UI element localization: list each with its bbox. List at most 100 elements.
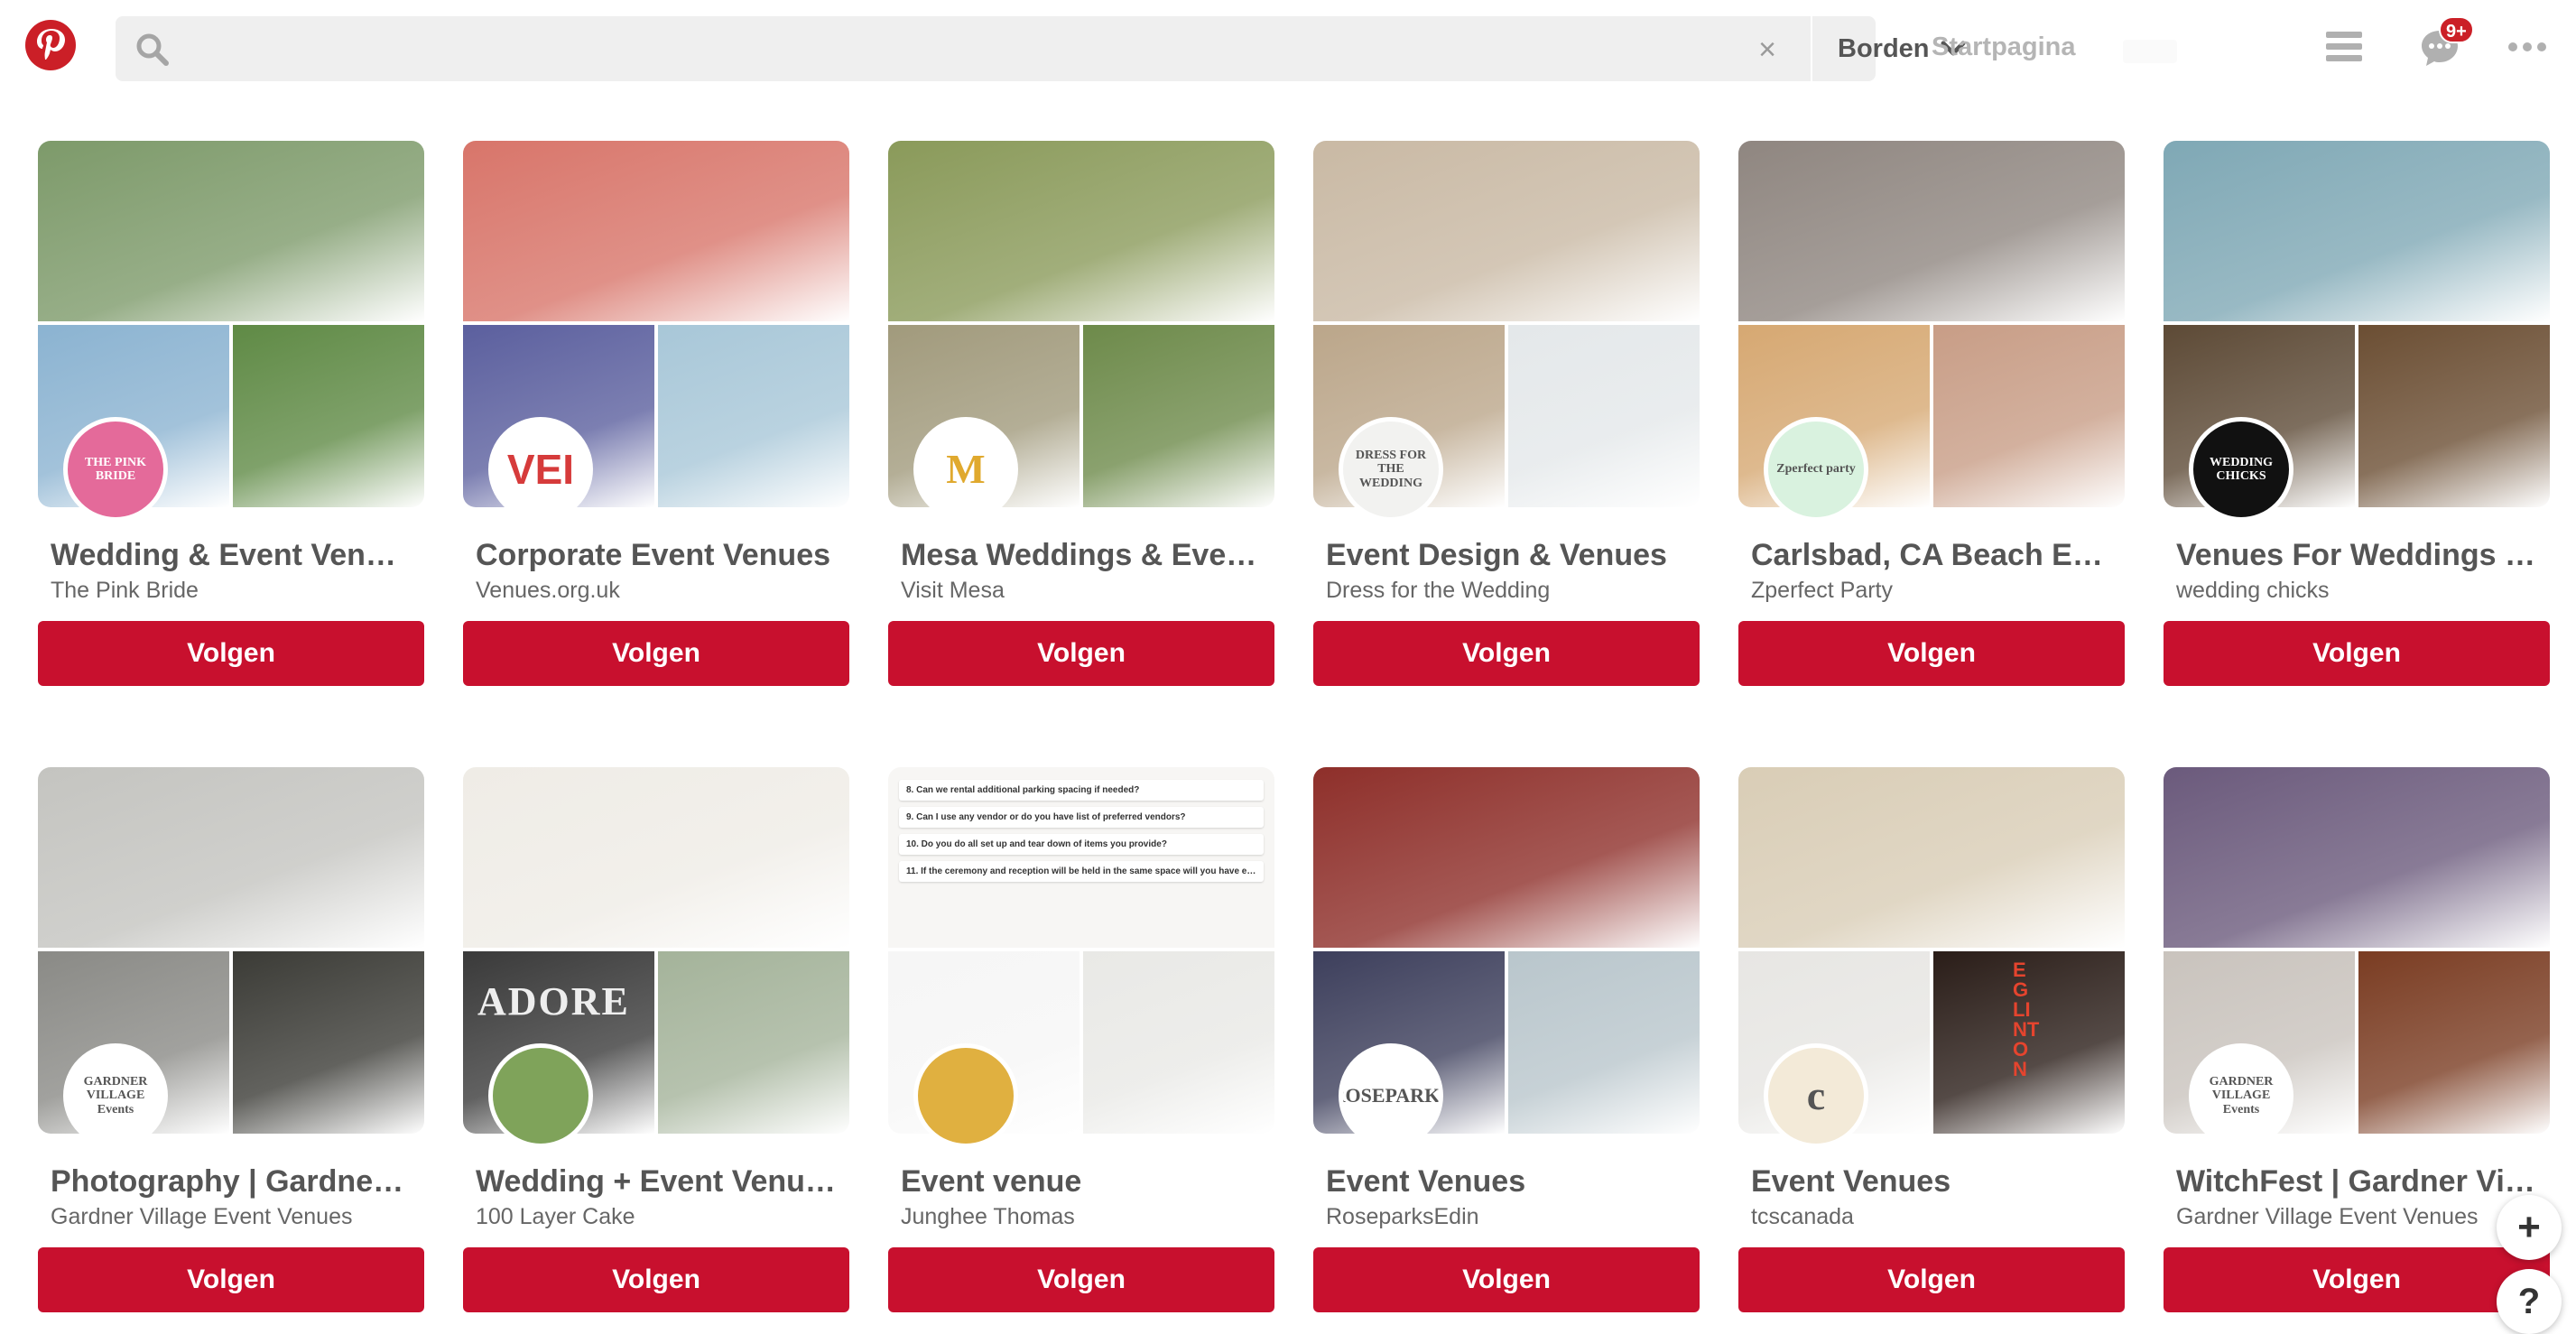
follow-button[interactable]: Volgen	[463, 621, 849, 686]
board-owner-name[interactable]: Zperfect Party	[1751, 578, 2121, 604]
board-owner-name[interactable]: tcscanada	[1751, 1204, 2121, 1230]
board-title[interactable]: Mesa Weddings & Eve…	[901, 538, 1271, 573]
board-cover-image	[2164, 141, 2550, 321]
board-title[interactable]: WitchFest | Gardner Vi…	[2176, 1164, 2546, 1200]
board-cover-image	[38, 141, 424, 321]
avatar-logo-text: VEI	[506, 445, 575, 493]
board-cover-image	[1083, 951, 1274, 1134]
cover-document-line: 8. Can we rental additional parking spac…	[899, 780, 1264, 801]
avatar-logo-text: M	[946, 445, 986, 492]
clear-search-icon[interactable]: ×	[1754, 34, 1781, 65]
board-cover-image	[1313, 767, 1700, 948]
board-cover-image	[1738, 767, 2125, 948]
board-owner-avatar[interactable]	[488, 1043, 593, 1148]
board-cover-image	[2358, 951, 2550, 1134]
follow-button[interactable]: Volgen	[1738, 1247, 2125, 1312]
avatar-logo-text: DRESS FOR THE WEDDING	[1355, 448, 1427, 490]
board-cover-image	[233, 325, 424, 507]
board-title[interactable]: Event Venues	[1326, 1164, 1696, 1200]
board-cover-image: 8. Can we rental additional parking spac…	[888, 767, 1274, 948]
cover-document-line: 9. Can I use any vendor or do you have l…	[899, 807, 1264, 828]
board-owner-name[interactable]: The Pink Bride	[51, 578, 421, 604]
avatar-logo-text: c	[1806, 1071, 1826, 1118]
board-owner-avatar[interactable]: ROSEPARKS	[1339, 1043, 1443, 1148]
board-owner-avatar[interactable]: M	[913, 417, 1018, 522]
board-owner-avatar[interactable]: GARDNER VILLAGE Events	[63, 1043, 168, 1148]
board-cover-image	[1738, 141, 2125, 321]
board-cover-image	[233, 951, 424, 1134]
board-cover-image	[1083, 325, 1274, 507]
cover-sign-text: EGLINTON	[2013, 959, 2040, 1080]
board-title[interactable]: Wedding & Event Ven…	[51, 538, 421, 573]
avatar-logo-text: WEDDING CHICKS	[2209, 455, 2273, 483]
board-title[interactable]: Event Design & Venues	[1326, 538, 1696, 573]
avatar-logo-text: THE PINK BRIDE	[84, 455, 147, 483]
board-title[interactable]: Carlsbad, CA Beach E…	[1751, 538, 2121, 573]
nav-home-link[interactable]: Startpagina	[1932, 32, 2076, 62]
board-title[interactable]: Event venue	[901, 1164, 1271, 1200]
board-cover-image	[463, 141, 849, 321]
follow-button[interactable]: Volgen	[38, 621, 424, 686]
board-owner-name[interactable]: Visit Mesa	[901, 578, 1271, 604]
avatar-logo-text: GARDNER VILLAGE Events	[83, 1074, 148, 1116]
top-header: × Borden Startpagina 9+	[0, 0, 2576, 99]
board-cover-image	[888, 141, 1274, 321]
board-owner-avatar[interactable]: THE PINK BRIDE	[63, 417, 168, 522]
cover-document-line: 11. If the ceremony and reception will b…	[899, 861, 1264, 882]
avatar-logo-text: GARDNER VILLAGE Events	[2209, 1074, 2274, 1116]
notification-badge: 9+	[2439, 16, 2474, 43]
follow-button[interactable]: Volgen	[2164, 1247, 2550, 1312]
board-owner-name[interactable]: Venues.org.uk	[476, 578, 846, 604]
board-title[interactable]: Wedding + Event Venu…	[476, 1164, 846, 1200]
search-icon	[136, 33, 169, 66]
cover-document-line: 10. Do you do all set up and tear down o…	[899, 834, 1264, 855]
board-owner-avatar[interactable]	[913, 1043, 1018, 1148]
search-scope-label: Borden	[1838, 33, 1930, 63]
board-owner-name[interactable]: Gardner Village Event Venues	[2176, 1204, 2546, 1230]
follow-button[interactable]: Volgen	[463, 1247, 849, 1312]
board-cover-image: EGLINTON	[1933, 951, 2125, 1134]
board-cover-image	[1313, 141, 1700, 321]
board-owner-avatar[interactable]: c	[1764, 1043, 1868, 1148]
avatar-logo-text: Zperfect party	[1776, 462, 1856, 477]
follow-button[interactable]: Volgen	[1313, 621, 1700, 686]
avatar-logo-text: ROSEPARKS	[1343, 1083, 1441, 1107]
board-owner-name[interactable]: Gardner Village Event Venues	[51, 1204, 421, 1230]
board-cover-image	[1508, 325, 1700, 507]
board-owner-avatar[interactable]: WEDDING CHICKS	[2189, 417, 2293, 522]
board-owner-avatar[interactable]: DRESS FOR THE WEDDING	[1339, 417, 1443, 522]
cover-sign-text: ADORE	[477, 979, 630, 1024]
board-title[interactable]: Photography | Gardne…	[51, 1164, 421, 1200]
board-cover-image	[658, 951, 849, 1134]
help-button[interactable]: ?	[2497, 1269, 2562, 1334]
avatar-logo-text	[960, 1090, 971, 1101]
more-options-icon[interactable]	[2507, 36, 2547, 58]
board-title[interactable]: Venues For Weddings …	[2176, 538, 2546, 573]
board-cover-image	[658, 325, 849, 507]
board-cover-image	[2358, 325, 2550, 507]
board-owner-avatar[interactable]: Zperfect party	[1764, 417, 1868, 522]
follow-button[interactable]: Volgen	[2164, 621, 2550, 686]
board-title[interactable]: Corporate Event Venues	[476, 538, 846, 573]
search-input[interactable]	[188, 25, 1722, 72]
follow-button[interactable]: Volgen	[888, 621, 1274, 686]
avatar-logo-text	[535, 1090, 546, 1101]
board-title[interactable]: Event Venues	[1751, 1164, 2121, 1200]
board-cover-image	[2164, 767, 2550, 948]
follow-button[interactable]: Volgen	[1313, 1247, 1700, 1312]
menu-icon[interactable]	[2326, 29, 2362, 65]
nav-profile-link[interactable]	[2123, 40, 2177, 63]
board-owner-avatar[interactable]: VEI	[488, 417, 593, 522]
board-owner-name[interactable]: RoseparksEdin	[1326, 1204, 1696, 1230]
board-owner-avatar[interactable]: GARDNER VILLAGE Events	[2189, 1043, 2293, 1148]
search-bar: × Borden	[116, 16, 1965, 81]
board-owner-name[interactable]: 100 Layer Cake	[476, 1204, 846, 1230]
follow-button[interactable]: Volgen	[888, 1247, 1274, 1312]
board-owner-name[interactable]: Dress for the Wedding	[1326, 578, 1696, 604]
follow-button[interactable]: Volgen	[1738, 621, 2125, 686]
board-owner-name[interactable]: Junghee Thomas	[901, 1204, 1271, 1230]
add-button[interactable]: +	[2497, 1195, 2562, 1260]
board-owner-name[interactable]: wedding chicks	[2176, 578, 2546, 604]
pinterest-logo-icon[interactable]	[25, 20, 76, 70]
follow-button[interactable]: Volgen	[38, 1247, 424, 1312]
